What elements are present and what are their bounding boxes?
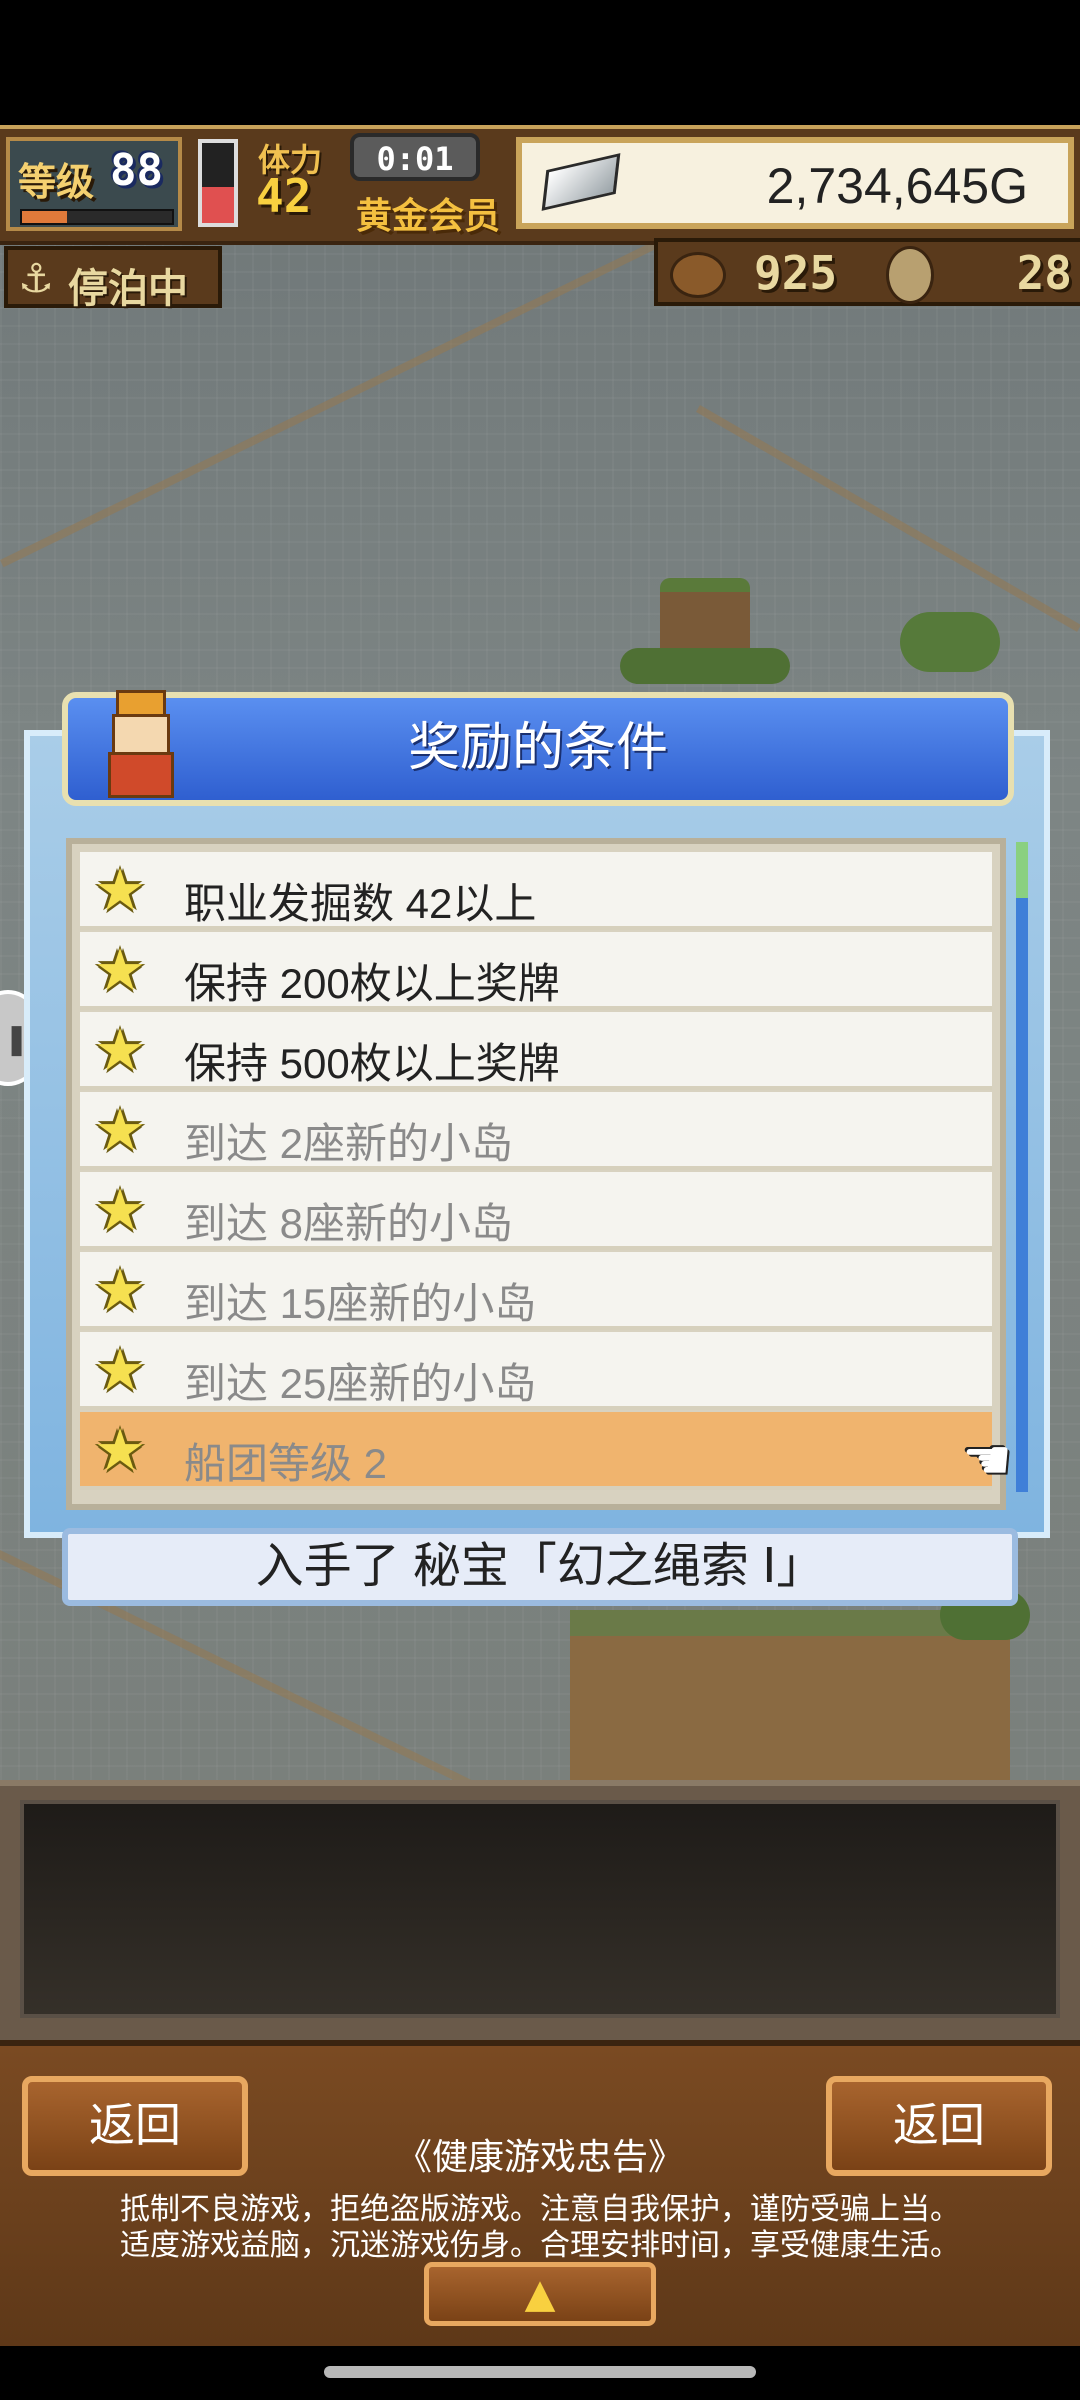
condition-row[interactable]: ★ 船团等级 2: [80, 1412, 992, 1490]
stamina-gauge: [198, 139, 238, 227]
reward-text: 入手了 秘宝「幻之绳索 Ⅰ」: [255, 1540, 825, 1593]
condition-text: 保持 200枚以上奖牌: [184, 960, 560, 1007]
membership-badge[interactable]: 黄金会员: [356, 187, 500, 239]
up-arrow-icon: ▲: [524, 2271, 556, 2317]
moored-label: 停泊中: [68, 266, 188, 312]
timer: 0:01: [350, 133, 480, 181]
level-progress-bar: [20, 209, 174, 225]
star-icon: ★: [94, 856, 146, 924]
dialog-header: 奖励的条件: [62, 692, 1014, 806]
star-icon: ★: [94, 1176, 146, 1244]
resource-bar: 925 28: [654, 238, 1080, 306]
health-advisory-title: 《健康游戏忠告》: [395, 2136, 684, 2177]
condition-row[interactable]: ★ 保持 500枚以上奖牌: [80, 1012, 992, 1090]
map-island: [620, 578, 790, 688]
health-advisory-line: 适度游戏益脑，沉迷游戏伤身。合理安排时间，享受健康生活。: [120, 2229, 960, 2262]
level-progress-fill: [22, 211, 67, 223]
level-value: 88: [110, 145, 163, 196]
condition-text: 到达 25座新的小岛: [184, 1360, 537, 1407]
message-panel: [20, 1800, 1060, 2018]
star-icon: ★: [94, 1336, 146, 1404]
dialog-title: 奖励的条件: [407, 718, 668, 778]
condition-row[interactable]: ★ 保持 200枚以上奖牌: [80, 932, 992, 1010]
gold-panel[interactable]: 2,734,645G: [516, 137, 1074, 229]
condition-text: 船团等级 2: [184, 1440, 388, 1487]
conditions-list[interactable]: ★ 职业发掘数 42以上 ★ 保持 200枚以上奖牌 ★ 保持 500枚以上奖牌 ★ 到达 2…: [66, 838, 1006, 1510]
condition-text: 到达 8座新的小岛: [184, 1200, 514, 1247]
expand-button[interactable]: ▲: [424, 2262, 656, 2326]
map-island: [900, 612, 1000, 672]
star-icon: ★: [94, 1096, 146, 1164]
stamina-value: 42: [256, 169, 312, 223]
silver-ingot-icon: [541, 153, 621, 211]
food-icon: [670, 252, 726, 298]
medal-icon: [886, 246, 934, 304]
reward-banner: 入手了 秘宝「幻之绳索 Ⅰ」: [62, 1528, 1018, 1606]
condition-row[interactable]: ★ 到达 25座新的小岛: [80, 1332, 992, 1410]
stamina-fill: [202, 187, 234, 223]
resource1-value: 925: [754, 246, 838, 300]
condition-row[interactable]: ★ 到达 15座新的小岛: [80, 1252, 992, 1330]
star-icon: ★: [94, 1256, 146, 1324]
star-icon: ★: [94, 1416, 146, 1484]
level-label: 等级: [18, 160, 95, 204]
condition-text: 保持 500枚以上奖牌: [184, 1040, 560, 1087]
anchor-icon: ⚓: [18, 256, 54, 302]
moored-status[interactable]: ⚓ 停泊中: [4, 246, 222, 312]
condition-text: 职业发掘数 42以上: [184, 880, 537, 927]
home-indicator[interactable]: [324, 2366, 756, 2378]
condition-text: 到达 15座新的小岛: [184, 1280, 537, 1327]
hand-pointer-icon: ☚: [962, 1428, 1013, 1493]
condition-row[interactable]: ★ 到达 8座新的小岛: [80, 1172, 992, 1250]
condition-text: 到达 2座新的小岛: [184, 1120, 514, 1167]
list-scroll-thumb[interactable]: [1016, 842, 1028, 898]
level-panel: 等级 88: [6, 137, 182, 231]
character-avatar: [102, 690, 174, 798]
condition-row[interactable]: ★ 到达 2座新的小岛: [80, 1092, 992, 1170]
top-hud: 等级 88 体力 42 0:01 黄金会员 2,734,645G: [0, 125, 1080, 245]
star-icon: ★: [94, 1016, 146, 1084]
map-island: [560, 1590, 1060, 1786]
star-icon: ★: [94, 936, 146, 1004]
resource2-value: 28: [1016, 246, 1072, 300]
gold-amount: 2,734,645G: [766, 158, 1028, 214]
list-scrollbar[interactable]: [1016, 842, 1028, 1492]
condition-row[interactable]: ★ 职业发掘数 42以上: [80, 852, 992, 930]
